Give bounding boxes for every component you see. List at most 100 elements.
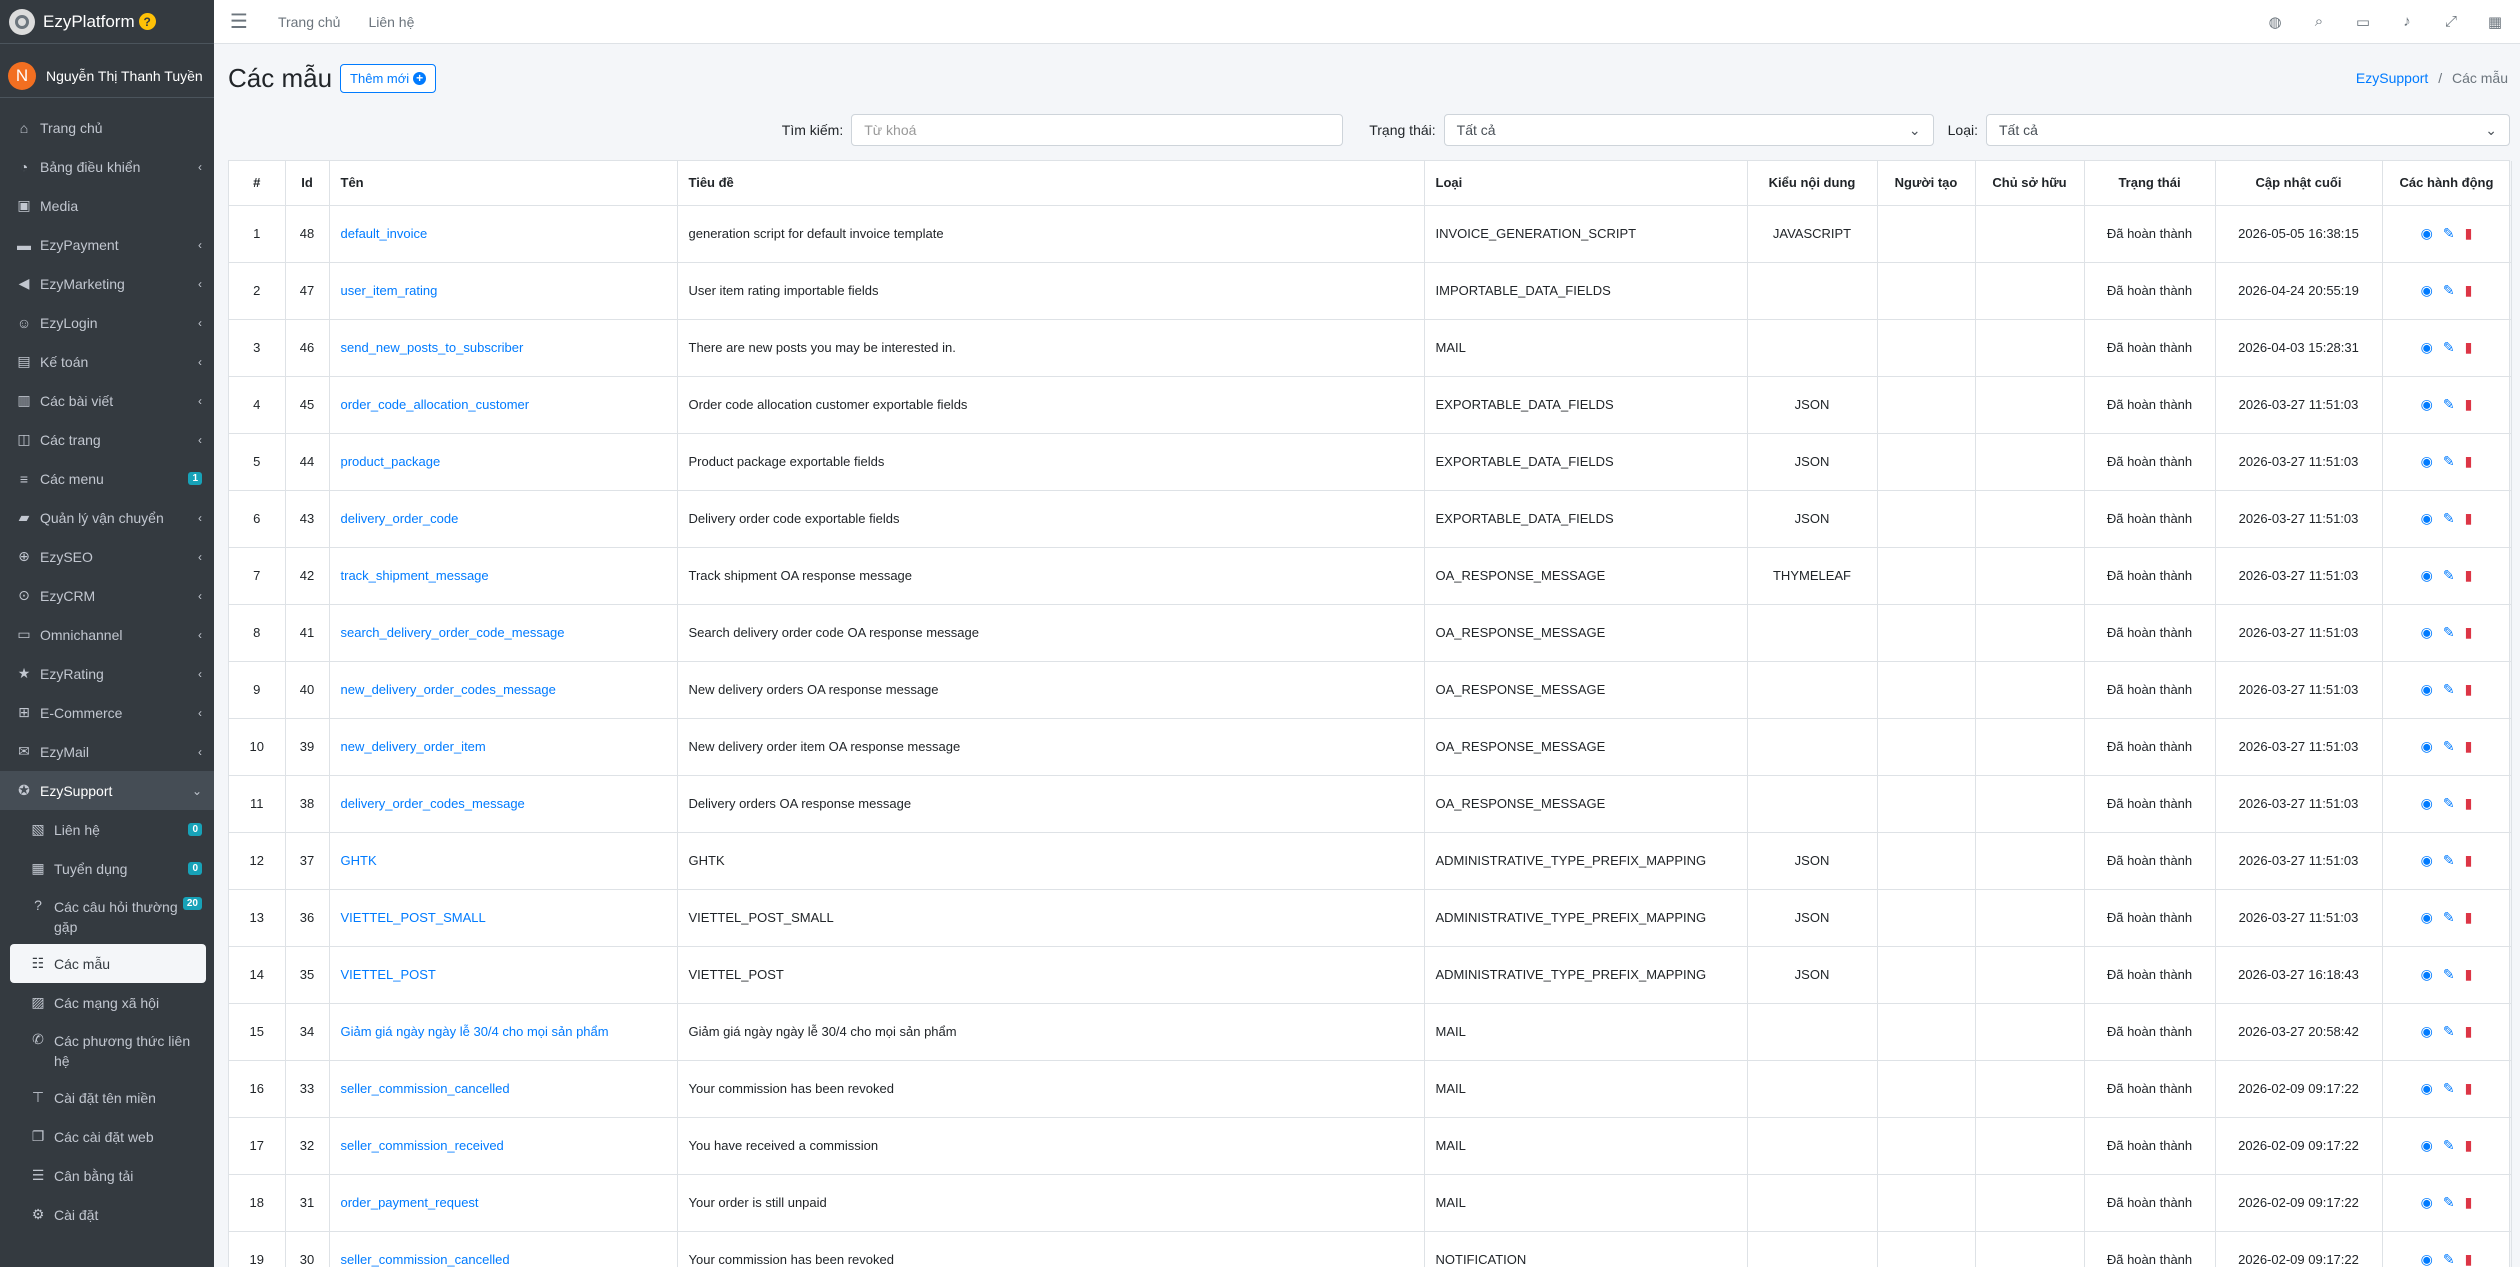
trash-icon[interactable]: ▮ — [2465, 1251, 2473, 1267]
sidebar-subitem[interactable]: ? Các câu hỏi thường gặp 20 — [0, 888, 214, 944]
topnav-home-link[interactable]: Trang chủ — [278, 14, 341, 30]
trash-icon[interactable]: ▮ — [2465, 624, 2473, 641]
view-eye-icon[interactable]: ◉ — [2421, 1137, 2433, 1154]
brand[interactable]: EzyPlatform? — [0, 0, 214, 44]
view-eye-icon[interactable]: ◉ — [2421, 1251, 2433, 1267]
apps-grid-icon[interactable]: ▦ — [2486, 13, 2504, 31]
sidebar-item[interactable]: ⊕ EzySEO ‹ — [0, 537, 214, 576]
edit-icon[interactable]: ✎ — [2443, 966, 2455, 983]
sidebar-item[interactable]: ◫ Các trang ‹ — [0, 420, 214, 459]
template-name-link[interactable]: GHTK — [341, 853, 377, 868]
edit-icon[interactable]: ✎ — [2443, 1080, 2455, 1097]
view-eye-icon[interactable]: ◉ — [2421, 1023, 2433, 1040]
sidebar-subitem[interactable]: ⊤ Cài đặt tên miền — [0, 1078, 214, 1117]
trash-icon[interactable]: ▮ — [2465, 852, 2473, 869]
view-eye-icon[interactable]: ◉ — [2421, 225, 2433, 242]
template-name-link[interactable]: seller_commission_cancelled — [341, 1081, 510, 1096]
sidebar-item[interactable]: ◀ EzyMarketing ‹ — [0, 264, 214, 303]
trash-icon[interactable]: ▮ — [2465, 1080, 2473, 1097]
sidebar-item[interactable]: ⊙ EzyCRM ‹ — [0, 576, 214, 615]
user-panel[interactable]: N Nguyễn Thị Thanh Tuyền — [0, 54, 214, 98]
view-eye-icon[interactable]: ◉ — [2421, 282, 2433, 299]
globe-icon[interactable]: ◍ — [2266, 13, 2284, 31]
sidebar-item[interactable]: ▰ Quản lý vận chuyển ‹ — [0, 498, 214, 537]
status-select[interactable]: Tất cả ⌄ — [1443, 114, 1934, 146]
edit-icon[interactable]: ✎ — [2443, 624, 2455, 641]
trash-icon[interactable]: ▮ — [2465, 1137, 2473, 1154]
trash-icon[interactable]: ▮ — [2465, 396, 2473, 413]
template-name-link[interactable]: delivery_order_code — [341, 511, 459, 526]
breadcrumb-root-link[interactable]: EzySupport — [2356, 70, 2428, 86]
sidebar-subitem[interactable]: ⚙ Cài đặt — [0, 1195, 214, 1234]
view-eye-icon[interactable]: ◉ — [2421, 795, 2433, 812]
view-eye-icon[interactable]: ◉ — [2421, 909, 2433, 926]
sidebar-item[interactable]: ▭ Omnichannel ‹ — [0, 615, 214, 654]
trash-icon[interactable]: ▮ — [2465, 453, 2473, 470]
sidebar-item[interactable]: ▣ Media — [0, 186, 214, 225]
edit-icon[interactable]: ✎ — [2443, 1194, 2455, 1211]
template-name-link[interactable]: user_item_rating — [341, 283, 438, 298]
trash-icon[interactable]: ▮ — [2465, 510, 2473, 527]
edit-icon[interactable]: ✎ — [2443, 225, 2455, 242]
template-name-link[interactable]: seller_commission_cancelled — [341, 1252, 510, 1267]
template-name-link[interactable]: search_delivery_order_code_message — [341, 625, 565, 640]
expand-icon[interactable]: ⤢ — [2442, 13, 2460, 31]
edit-icon[interactable]: ✎ — [2443, 795, 2455, 812]
view-eye-icon[interactable]: ◉ — [2421, 1080, 2433, 1097]
help-badge-icon[interactable]: ? — [138, 13, 156, 30]
view-eye-icon[interactable]: ◉ — [2421, 339, 2433, 356]
trash-icon[interactable]: ▮ — [2465, 1023, 2473, 1040]
sidebar-item-ezysupport[interactable]: ✪ EzySupport ⌄ — [0, 771, 214, 810]
template-name-link[interactable]: delivery_order_codes_message — [341, 796, 525, 811]
sidebar-item[interactable]: ≡ Các menu 1 — [0, 459, 214, 498]
sidebar-item[interactable]: ★ EzyRating ‹ — [0, 654, 214, 693]
trash-icon[interactable]: ▮ — [2465, 282, 2473, 299]
add-new-button[interactable]: Thêm mới + — [340, 63, 437, 93]
sidebar-subitem[interactable]: ▧ Liên hệ 0 — [0, 810, 214, 849]
view-eye-icon[interactable]: ◉ — [2421, 681, 2433, 698]
view-eye-icon[interactable]: ◉ — [2421, 396, 2433, 413]
edit-icon[interactable]: ✎ — [2443, 852, 2455, 869]
hamburger-menu-icon[interactable]: ☰ — [230, 9, 248, 34]
topnav-contact-link[interactable]: Liên hệ — [368, 14, 414, 30]
edit-icon[interactable]: ✎ — [2443, 1023, 2455, 1040]
sidebar-subitem[interactable]: ▨ Các mạng xã hội — [0, 983, 214, 1022]
view-eye-icon[interactable]: ◉ — [2421, 1194, 2433, 1211]
template-name-link[interactable]: VIETTEL_POST_SMALL — [341, 910, 486, 925]
edit-icon[interactable]: ✎ — [2443, 339, 2455, 356]
sidebar-item[interactable]: ▥ Các bài viết ‹ — [0, 381, 214, 420]
template-name-link[interactable]: send_new_posts_to_subscriber — [341, 340, 524, 355]
view-eye-icon[interactable]: ◉ — [2421, 852, 2433, 869]
edit-icon[interactable]: ✎ — [2443, 681, 2455, 698]
view-eye-icon[interactable]: ◉ — [2421, 738, 2433, 755]
template-name-link[interactable]: new_delivery_order_item — [341, 739, 486, 754]
edit-icon[interactable]: ✎ — [2443, 738, 2455, 755]
edit-icon[interactable]: ✎ — [2443, 909, 2455, 926]
sidebar-item[interactable]: ✉ EzyMail ‹ — [0, 732, 214, 771]
edit-icon[interactable]: ✎ — [2443, 1137, 2455, 1154]
edit-icon[interactable]: ✎ — [2443, 567, 2455, 584]
edit-icon[interactable]: ✎ — [2443, 396, 2455, 413]
sidebar-item[interactable]: ▬ EzyPayment ‹ — [0, 225, 214, 264]
trash-icon[interactable]: ▮ — [2465, 909, 2473, 926]
template-name-link[interactable]: track_shipment_message — [341, 568, 489, 583]
view-eye-icon[interactable]: ◉ — [2421, 624, 2433, 641]
sidebar-subitem[interactable]: ✆ Các phương thức liên hệ — [0, 1022, 214, 1078]
sidebar-subitem[interactable]: ❐ Các cài đặt web — [0, 1117, 214, 1156]
sidebar-subitem[interactable]: ☷ Các mẫu — [10, 944, 206, 983]
type-select[interactable]: Tất cả ⌄ — [1986, 114, 2510, 146]
search-icon[interactable]: ⌕ — [2310, 13, 2328, 31]
template-name-link[interactable]: Giảm giá ngày ngày lễ 30/4 cho mọi sản p… — [341, 1024, 609, 1039]
trash-icon[interactable]: ▮ — [2465, 1194, 2473, 1211]
template-name-link[interactable]: VIETTEL_POST — [341, 967, 436, 982]
view-eye-icon[interactable]: ◉ — [2421, 453, 2433, 470]
sidebar-item[interactable]: ◔ Bảng điều khiển ‹ — [0, 147, 214, 186]
sidebar-item[interactable]: ▤ Kế toán ‹ — [0, 342, 214, 381]
template-name-link[interactable]: order_code_allocation_customer — [341, 397, 530, 412]
sidebar-subitem[interactable]: ☰ Cân bằng tải — [0, 1156, 214, 1195]
comments-icon[interactable]: ▭ — [2354, 13, 2372, 31]
sidebar-item[interactable]: ⊞ E-Commerce ‹ — [0, 693, 214, 732]
edit-icon[interactable]: ✎ — [2443, 282, 2455, 299]
view-eye-icon[interactable]: ◉ — [2421, 510, 2433, 527]
trash-icon[interactable]: ▮ — [2465, 339, 2473, 356]
